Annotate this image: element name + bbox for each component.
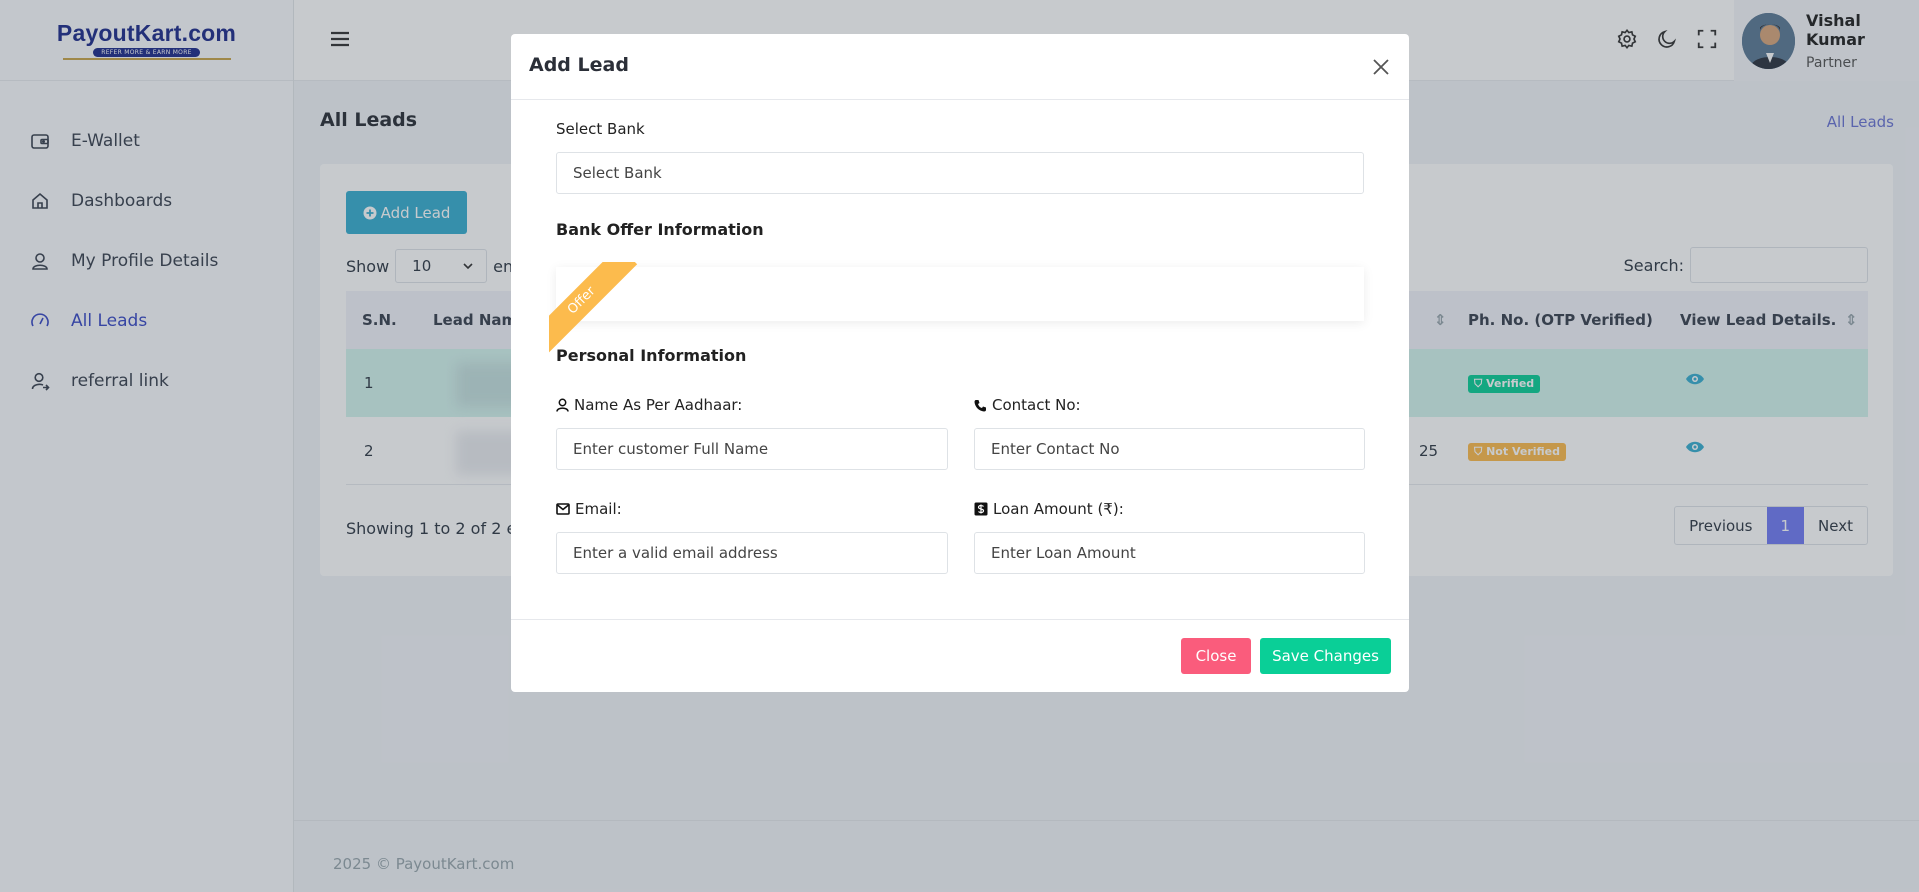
mail-icon bbox=[556, 503, 570, 515]
customer-name-placeholder: Enter customer Full Name bbox=[573, 440, 769, 458]
bank-offer-box bbox=[556, 267, 1364, 321]
email-label: Email: bbox=[556, 500, 622, 518]
contact-label: Contact No: bbox=[974, 396, 1081, 414]
close-button[interactable]: Close bbox=[1181, 638, 1251, 674]
modal-header: Add Lead bbox=[511, 34, 1409, 100]
money-icon bbox=[974, 502, 988, 516]
loan-amount-input[interactable]: Enter Loan Amount bbox=[974, 532, 1365, 574]
add-lead-modal: Add Lead Select Bank Select Bank Bank Of… bbox=[511, 34, 1409, 692]
close-icon[interactable] bbox=[1369, 55, 1393, 79]
email-placeholder: Enter a valid email address bbox=[573, 544, 778, 562]
contact-no-placeholder: Enter Contact No bbox=[991, 440, 1120, 458]
bank-offer-heading: Bank Offer Information bbox=[556, 220, 764, 239]
personal-information-heading: Personal Information bbox=[556, 346, 747, 365]
save-changes-button[interactable]: Save Changes bbox=[1260, 638, 1391, 674]
select-bank-dropdown[interactable]: Select Bank bbox=[556, 152, 1364, 194]
name-label: Name As Per Aadhaar: bbox=[556, 396, 742, 414]
email-input[interactable]: Enter a valid email address bbox=[556, 532, 948, 574]
offer-ribbon-label: Offer bbox=[549, 262, 638, 357]
customer-name-input[interactable]: Enter customer Full Name bbox=[556, 428, 948, 470]
loan-amount-placeholder: Enter Loan Amount bbox=[991, 544, 1136, 562]
phone-icon bbox=[974, 399, 986, 411]
name-label-text: Name As Per Aadhaar: bbox=[574, 396, 743, 414]
modal-title: Add Lead bbox=[529, 54, 629, 76]
select-bank-value: Select Bank bbox=[573, 164, 662, 182]
modal-footer-divider bbox=[511, 619, 1409, 620]
user-icon bbox=[556, 398, 569, 412]
loan-amount-label: Loan Amount (₹): bbox=[974, 500, 1124, 518]
email-label-text: Email: bbox=[575, 500, 622, 518]
contact-no-input[interactable]: Enter Contact No bbox=[974, 428, 1365, 470]
select-bank-label: Select Bank bbox=[556, 120, 645, 138]
loan-amount-label-text: Loan Amount (₹): bbox=[993, 500, 1124, 518]
contact-label-text: Contact No: bbox=[992, 396, 1081, 414]
